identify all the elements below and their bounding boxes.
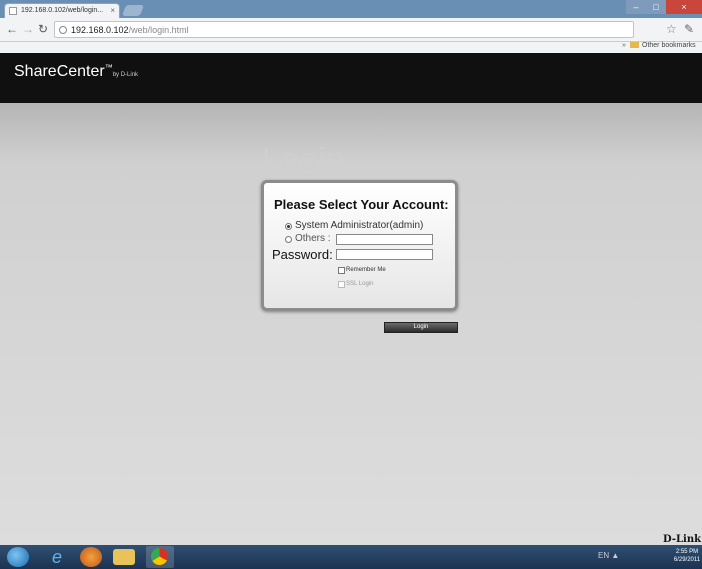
other-bookmarks-label: Other bookmarks: [642, 42, 696, 49]
account-select-title: Please Select Your Account:: [274, 197, 449, 212]
page-info-icon[interactable]: [59, 26, 67, 34]
bookmarks-chevron-icon[interactable]: »: [622, 42, 626, 49]
admin-radio-label[interactable]: System Administrator(admin): [295, 220, 423, 231]
other-bookmarks-folder[interactable]: Other bookmarks: [630, 42, 696, 49]
start-button-icon[interactable]: [7, 547, 29, 567]
bookmarks-bar: » Other bookmarks: [0, 42, 702, 53]
reload-icon[interactable]: ↻: [38, 22, 48, 36]
minimize-button[interactable]: –: [626, 0, 646, 14]
folder-icon: [630, 42, 639, 49]
taskbar-clock[interactable]: 2:55 PM 6/29/2011: [672, 548, 702, 564]
system-tray[interactable]: EN ▲: [598, 551, 619, 560]
address-bar[interactable]: 192.168.0.102/web/login.html: [54, 21, 634, 38]
dlink-logo: D-Link: [663, 534, 702, 545]
ssl-login-label[interactable]: SSL Login: [346, 281, 373, 287]
ssl-login-checkbox[interactable]: [338, 281, 345, 288]
login-panel: Please Select Your Account: System Admin…: [261, 180, 458, 311]
tab-title: 192.168.0.102/web/login...: [21, 7, 104, 14]
taskbar: e EN ▲ 2:55 PM 6/29/2011: [0, 545, 702, 569]
bookmark-star-icon[interactable]: ☆: [666, 22, 677, 36]
brand-trademark: ™: [104, 63, 113, 72]
tab-close-icon[interactable]: ×: [110, 6, 115, 15]
chrome-icon[interactable]: [146, 546, 174, 568]
url-path: /web/login.html: [128, 25, 189, 35]
main-content: Login Please Select Your Account: System…: [0, 103, 702, 545]
browser-tab[interactable]: 192.168.0.102/web/login... ×: [4, 3, 120, 18]
login-button[interactable]: Login: [384, 322, 458, 333]
others-radio-label[interactable]: Others :: [295, 233, 331, 244]
remember-me-checkbox[interactable]: [338, 267, 345, 274]
browser-toolbar: ← → ↻ 192.168.0.102/web/login.html ☆ ✎: [0, 18, 702, 42]
clock-time: 2:55 PM: [675, 549, 699, 555]
wrench-icon[interactable]: ✎: [684, 22, 694, 36]
admin-radio[interactable]: [285, 223, 292, 230]
back-arrow-icon[interactable]: ←: [6, 22, 18, 36]
password-input[interactable]: [336, 249, 433, 260]
others-username-input[interactable]: [336, 234, 433, 245]
new-tab-button[interactable]: [121, 5, 145, 16]
internet-explorer-icon[interactable]: e: [46, 547, 68, 567]
page-header: ShareCenter™by D-Link: [0, 53, 702, 103]
brand-by-dlink: by D-Link: [112, 72, 139, 78]
page-favicon-icon: [9, 7, 17, 15]
close-window-button[interactable]: ×: [666, 0, 702, 14]
login-heading: Login: [262, 141, 346, 177]
file-explorer-icon[interactable]: [113, 549, 135, 565]
others-radio[interactable]: [285, 236, 292, 243]
url-host: 192.168.0.102: [71, 25, 129, 35]
browser-titlebar: 192.168.0.102/web/login... × – □ ×: [0, 0, 702, 18]
sharecenter-logo: ShareCenter™by D-Link: [14, 63, 138, 81]
password-label: Password:: [272, 247, 333, 262]
firefox-icon[interactable]: [80, 547, 102, 567]
brand-name: ShareCenter: [14, 63, 105, 80]
forward-arrow-icon[interactable]: →: [22, 22, 34, 36]
maximize-button[interactable]: □: [646, 0, 666, 14]
remember-me-label[interactable]: Remember Me: [346, 267, 386, 273]
clock-date: 6/29/2011: [673, 557, 701, 563]
